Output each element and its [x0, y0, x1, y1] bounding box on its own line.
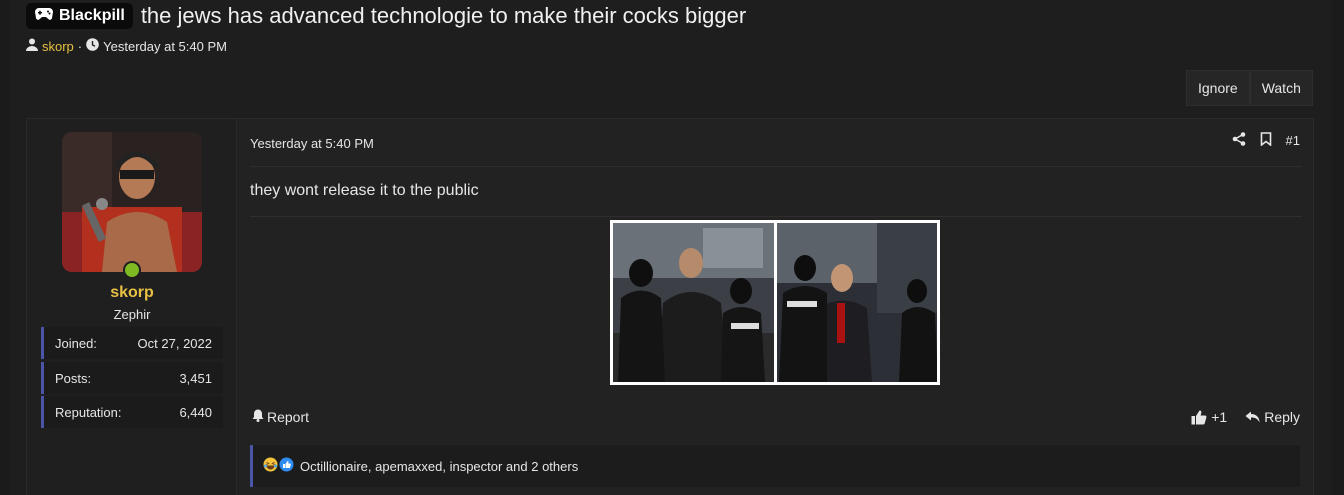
thumbs-up-icon — [1191, 410, 1207, 425]
attached-image[interactable] — [610, 220, 940, 385]
stat-posts: Posts: 3,451 — [41, 362, 223, 394]
share-icon[interactable] — [1232, 132, 1246, 149]
bookmark-icon[interactable] — [1260, 132, 1272, 149]
watch-button[interactable]: Watch — [1249, 70, 1313, 106]
report-link[interactable]: Report — [252, 409, 309, 425]
like-reaction-icon — [279, 457, 294, 475]
thread-prefix[interactable]: Blackpill — [26, 3, 133, 29]
like-count: +1 — [1211, 409, 1228, 425]
gamepad-icon — [34, 7, 54, 26]
reply-icon — [1245, 411, 1260, 423]
thread-title-row: Blackpill the jews has advanced technolo… — [26, 2, 746, 30]
stat-label: Joined: — [55, 335, 97, 351]
reply-label: Reply — [1264, 409, 1300, 425]
thread-actions: Ignore Watch — [1186, 70, 1313, 106]
photo-left — [613, 223, 774, 382]
divider — [250, 216, 1302, 217]
stat-value: 3,451 — [179, 370, 212, 386]
thread-author-link[interactable]: skorp — [42, 39, 74, 54]
post-user-cell: skorp Zephir Joined: Oct 27, 2022 Posts:… — [27, 119, 237, 495]
avatar[interactable] — [62, 132, 202, 272]
thread-title: the jews has advanced technologie to mak… — [140, 3, 747, 28]
clock-icon — [86, 38, 99, 54]
post-username[interactable]: skorp — [27, 284, 237, 302]
user-title: Zephir — [113, 307, 151, 322]
user-icon — [26, 38, 38, 54]
thread-meta: skorp · Yesterday at 5:40 PM — [26, 38, 227, 54]
stat-label: Posts: — [55, 370, 92, 386]
post-date-link[interactable]: Yesterday at 5:40 PM — [250, 136, 374, 151]
reactions-text: Octillionaire, apemaxxed, inspector and … — [300, 458, 579, 474]
thread-prefix-label: Blackpill — [59, 7, 125, 24]
post-message: they wont release it to the public — [250, 182, 479, 199]
like-button[interactable]: +1 — [1191, 409, 1227, 425]
reaction-icons — [263, 457, 294, 475]
stat-reputation: Reputation: 6,440 — [41, 396, 223, 428]
stat-value: 6,440 — [179, 404, 212, 420]
post-number-link[interactable]: #1 — [1286, 133, 1300, 148]
ignore-button[interactable]: Ignore — [1186, 70, 1250, 106]
bell-icon — [252, 409, 264, 425]
stat-joined: Joined: Oct 27, 2022 — [41, 327, 223, 359]
stat-label: Reputation: — [55, 404, 122, 420]
stat-value: Oct 27, 2022 — [137, 335, 212, 351]
meta-separator: · — [77, 38, 83, 54]
laughing-emoji-icon — [263, 457, 278, 475]
photo-right — [776, 223, 937, 382]
post-tools: #1 — [1232, 132, 1300, 149]
post-main: Yesterday at 5:40 PM #1 they wont releas… — [238, 119, 1314, 495]
online-status-indicator — [123, 261, 141, 279]
post: skorp Zephir Joined: Oct 27, 2022 Posts:… — [26, 118, 1314, 495]
reply-button[interactable]: Reply — [1245, 409, 1300, 425]
report-label: Report — [267, 409, 310, 425]
thread-time-link[interactable]: Yesterday at 5:40 PM — [103, 39, 227, 54]
divider — [250, 166, 1302, 167]
reactions-bar[interactable]: Octillionaire, apemaxxed, inspector and … — [250, 445, 1300, 487]
post-actions: +1 Reply — [1191, 409, 1300, 425]
